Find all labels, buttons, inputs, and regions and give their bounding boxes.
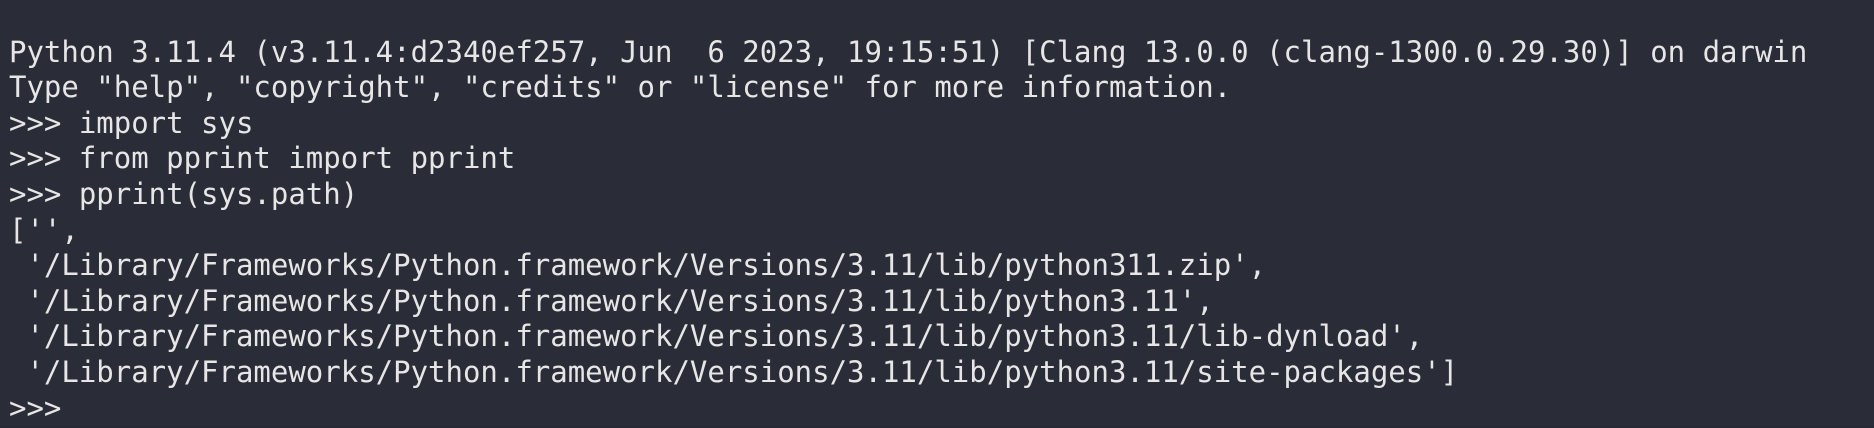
repl-line-pprint-call: >>> pprint(sys.path)	[9, 176, 359, 211]
repl-output-line: '/Library/Frameworks/Python.framework/Ve…	[9, 319, 1424, 354]
repl-line-import-sys: >>> import sys	[9, 105, 254, 140]
repl-output-line: ['',	[9, 212, 79, 247]
shell-prompt-line: ➜ ~ python3	[9, 0, 1874, 35]
repl-input-prompt[interactable]: >>>	[9, 391, 1874, 427]
python-help-banner: Type "help", "copyright", "credits" or "…	[9, 70, 1232, 105]
python-version-banner: Python 3.11.4 (v3.11.4:d2340ef257, Jun 6…	[9, 34, 1808, 69]
repl-output-line: '/Library/Frameworks/Python.framework/Ve…	[9, 248, 1267, 283]
terminal-window[interactable]: ➜ ~ python3 Python 3.11.4 (v3.11.4:d2340…	[0, 0, 1874, 427]
repl-line-import-pprint: >>> from pprint import pprint	[9, 141, 516, 176]
repl-output-line: '/Library/Frameworks/Python.framework/Ve…	[9, 283, 1214, 318]
repl-output-line: '/Library/Frameworks/Python.framework/Ve…	[9, 354, 1459, 389]
